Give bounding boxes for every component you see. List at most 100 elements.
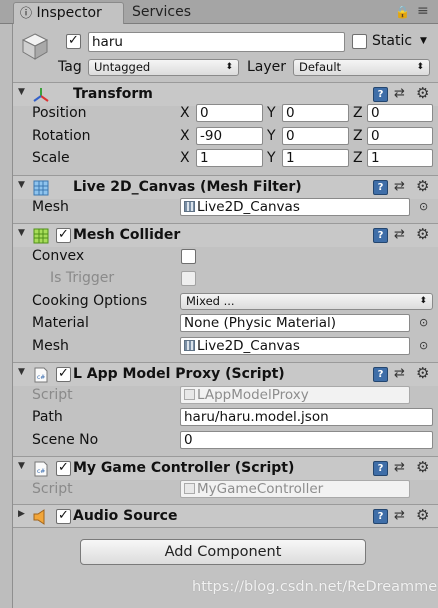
scale-x-axis[interactable]: X — [180, 149, 190, 167]
static-checkbox[interactable] — [352, 34, 367, 49]
mesh-filter-title: Live 2D_Canvas (Mesh Filter) — [73, 179, 302, 195]
gear-icon[interactable]: ⚙ — [416, 177, 429, 195]
mesh-collider-title: Mesh Collider — [73, 227, 181, 243]
game-controller-header[interactable]: ▼ c# ✓ My Game Controller (Script) ? ⇄ ⚙ — [13, 456, 438, 480]
mesh-collider-mesh-value: Live2D_Canvas — [197, 338, 300, 354]
mesh-collider-header[interactable]: ▼ ✓ Mesh Collider ? ⇄ ⚙ — [13, 223, 438, 247]
transform-header[interactable]: ▼ Transform ? ⇄ ⚙ — [13, 82, 438, 106]
convex-checkbox[interactable] — [181, 249, 196, 264]
rotation-x-axis[interactable]: X — [180, 127, 190, 145]
scale-x-field[interactable]: 1 — [196, 149, 263, 167]
app-model-proxy-enabled-checkbox[interactable]: ✓ — [56, 367, 71, 382]
foldout-expanded-icon[interactable]: ▼ — [18, 87, 25, 97]
app-model-proxy-header[interactable]: ▼ c# ✓ L App Model Proxy (Script) ? ⇄ ⚙ — [13, 362, 438, 386]
preset-icon[interactable]: ⇄ — [394, 179, 405, 194]
static-label: Static — [372, 33, 413, 49]
gear-icon[interactable]: ⚙ — [416, 84, 429, 102]
help-icon[interactable]: ? — [373, 180, 388, 195]
audio-source-header[interactable]: ▶ ✓ Audio Source ? ⇄ ⚙ — [13, 504, 438, 528]
tab-inspector[interactable]: ⓘ Inspector — [13, 2, 124, 24]
preset-icon[interactable]: ⇄ — [394, 227, 405, 242]
path-label: Path — [32, 409, 63, 425]
active-checkbox[interactable]: ✓ — [66, 34, 81, 49]
object-picker-icon[interactable]: ⊙ — [419, 339, 428, 352]
foldout-expanded-icon[interactable]: ▼ — [18, 228, 25, 238]
mesh-filter-mesh-value: Live2D_Canvas — [197, 199, 300, 215]
game-controller-script-label: Script — [32, 481, 73, 497]
scene-no-field[interactable]: 0 — [180, 431, 433, 449]
static-dropdown-icon[interactable]: ▼ — [420, 36, 427, 46]
position-z-axis[interactable]: Z — [353, 104, 363, 122]
object-picker-icon[interactable]: ⊙ — [419, 200, 428, 213]
mesh-collider-mesh-field[interactable]: Live2D_Canvas — [180, 337, 410, 355]
mesh-collider-enabled-checkbox[interactable]: ✓ — [56, 228, 71, 243]
mesh-asset-icon — [184, 340, 195, 351]
app-model-proxy-script-label: Script — [32, 387, 73, 403]
audio-source-enabled-checkbox[interactable]: ✓ — [56, 509, 71, 524]
object-name-field[interactable]: haru — [88, 32, 345, 52]
script-icon: c# — [33, 367, 49, 383]
mesh-collider-icon — [33, 228, 49, 244]
help-icon[interactable]: ? — [373, 509, 388, 524]
help-icon[interactable]: ? — [373, 228, 388, 243]
rotation-y-axis[interactable]: Y — [267, 127, 276, 145]
foldout-expanded-icon[interactable]: ▼ — [18, 461, 25, 471]
help-icon[interactable]: ? — [373, 461, 388, 476]
lock-icon[interactable]: 🔒 — [395, 5, 410, 19]
position-x-axis[interactable]: X — [180, 104, 190, 122]
script-icon: c# — [33, 461, 49, 477]
mesh-asset-icon — [184, 201, 195, 212]
tab-inspector-label: Inspector — [36, 5, 102, 21]
gameobject-icon — [20, 31, 50, 61]
preset-icon[interactable]: ⇄ — [394, 366, 405, 381]
gear-icon[interactable]: ⚙ — [416, 506, 429, 524]
rotation-z-field[interactable]: 0 — [367, 127, 433, 145]
watermark: https://blog.csdn.net/ReDreamme — [192, 579, 438, 595]
preset-icon[interactable]: ⇄ — [394, 86, 405, 101]
help-icon[interactable]: ? — [373, 367, 388, 382]
tab-services-label: Services — [132, 4, 192, 20]
material-field[interactable]: None (Physic Material) — [180, 314, 410, 332]
cooking-options-dropdown[interactable]: Mixed ... ⬍ — [180, 293, 433, 310]
script-asset-icon — [184, 389, 195, 400]
material-label: Material — [32, 315, 89, 331]
tab-services[interactable]: Services — [126, 2, 197, 24]
path-field[interactable]: haru/haru.model.json — [180, 408, 433, 426]
gear-icon[interactable]: ⚙ — [416, 364, 429, 382]
position-x-field[interactable]: 0 — [196, 104, 263, 122]
help-icon[interactable]: ? — [373, 87, 388, 102]
game-controller-script-value: MyGameController — [197, 481, 324, 497]
object-picker-icon[interactable]: ⊙ — [419, 316, 428, 329]
tag-value: Untagged — [94, 60, 151, 74]
foldout-expanded-icon[interactable]: ▼ — [18, 367, 25, 377]
rotation-x-field[interactable]: -90 — [196, 127, 263, 145]
scale-y-axis[interactable]: Y — [267, 149, 276, 167]
scale-y-field[interactable]: 1 — [282, 149, 349, 167]
preset-icon[interactable]: ⇄ — [394, 508, 405, 523]
panel-menu-icon[interactable]: ≡ — [417, 3, 429, 19]
gear-icon[interactable]: ⚙ — [416, 458, 429, 476]
audio-source-title: Audio Source — [73, 508, 178, 524]
layer-dropdown[interactable]: Default ⬍ — [293, 59, 430, 76]
convex-label: Convex — [32, 248, 85, 264]
tag-dropdown[interactable]: Untagged ⬍ — [88, 59, 239, 76]
mesh-filter-mesh-field[interactable]: Live2D_Canvas — [180, 198, 410, 216]
scene-no-label: Scene No — [32, 432, 99, 448]
position-y-field[interactable]: 0 — [282, 104, 349, 122]
foldout-expanded-icon[interactable]: ▼ — [18, 180, 25, 190]
scale-z-axis[interactable]: Z — [353, 149, 363, 167]
scale-z-field[interactable]: 1 — [367, 149, 433, 167]
cooking-options-label: Cooking Options — [32, 293, 148, 309]
gear-icon[interactable]: ⚙ — [416, 225, 429, 243]
position-z-field[interactable]: 0 — [367, 104, 433, 122]
scale-label: Scale — [32, 150, 70, 166]
mesh-filter-header[interactable]: ▼ Live 2D_Canvas (Mesh Filter) ? ⇄ ⚙ — [13, 175, 438, 199]
add-component-button[interactable]: Add Component — [80, 539, 366, 565]
preset-icon[interactable]: ⇄ — [394, 460, 405, 475]
foldout-collapsed-icon[interactable]: ▶ — [18, 509, 25, 519]
position-y-axis[interactable]: Y — [267, 104, 276, 122]
game-controller-enabled-checkbox[interactable]: ✓ — [56, 461, 71, 476]
rotation-y-field[interactable]: 0 — [282, 127, 349, 145]
tag-label: Tag — [58, 59, 82, 75]
rotation-z-axis[interactable]: Z — [353, 127, 363, 145]
